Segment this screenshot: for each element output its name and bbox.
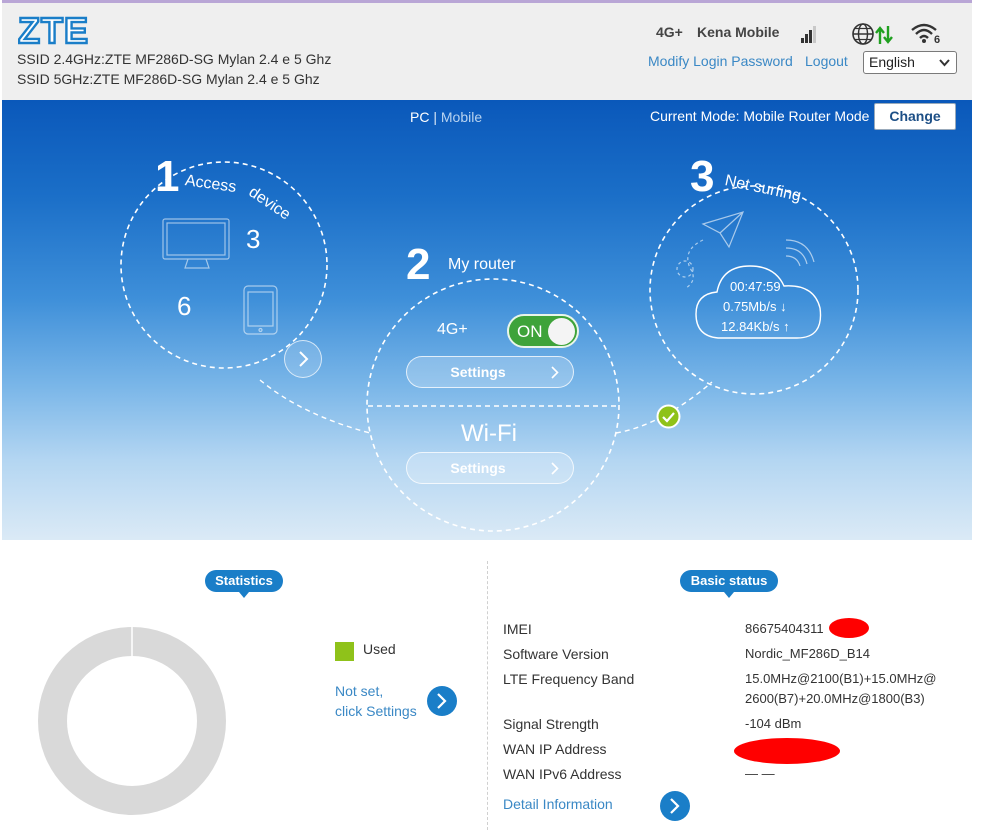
lte-band-label: LTE Frequency Band <box>503 671 635 687</box>
hero-panel: PC | Mobile Current Mode: Mobile Router … <box>2 100 972 540</box>
chevron-right-icon <box>551 366 559 379</box>
connection-time: 00:47:59 <box>730 279 781 294</box>
statistics-tag: Statistics <box>205 570 283 598</box>
access-device-button[interactable] <box>284 340 322 378</box>
ssid-24ghz: SSID 2.4GHz:ZTE MF286D-SG Mylan 2.4 e 5 … <box>17 51 332 67</box>
toggle-state: ON <box>517 322 543 341</box>
pc-mobile-switch: PC | Mobile <box>410 109 482 125</box>
lte-label: 4G+ <box>437 321 468 338</box>
operator-name: Kena Mobile <box>697 24 780 40</box>
wifi-settings-label: Settings <box>450 460 506 476</box>
not-set-settings-link[interactable]: Not set, click Settings <box>335 681 417 721</box>
statistics-settings-button[interactable] <box>427 686 457 716</box>
view-separator: | <box>433 109 437 125</box>
wan-ip-label: WAN IP Address <box>503 741 607 757</box>
step-2-number: 2 <box>406 240 431 289</box>
wifi-section-label: Wi-Fi <box>461 420 517 447</box>
ssid-5ghz: SSID 5GHz:ZTE MF286D-SG Mylan 2.4 e 5 Gh… <box>17 71 320 87</box>
chevron-down-icon <box>939 59 950 67</box>
modify-password-link[interactable]: Modify Login Password <box>648 53 793 69</box>
basic-status-tag: Basic status <box>680 570 778 598</box>
toggle-knob <box>548 318 575 345</box>
section-divider <box>487 561 488 830</box>
brand-text: ZTE <box>18 14 88 48</box>
upload-rate: 12.84Kb/s ↑ <box>721 319 790 334</box>
mobile-view-link[interactable]: Mobile <box>441 109 482 125</box>
usage-donut-chart <box>38 627 226 815</box>
detail-information-button[interactable] <box>660 791 690 821</box>
router-circle <box>366 278 620 532</box>
router-settings-button[interactable]: Settings <box>406 356 574 388</box>
wan-ip-redaction <box>734 738 840 764</box>
imei-redaction <box>829 618 869 638</box>
mobile-data-toggle[interactable]: ON <box>507 314 579 348</box>
monitor-icon <box>162 218 230 269</box>
current-mode-text: Current Mode: Mobile Router Mode <box>650 108 870 124</box>
paper-plane-icon <box>676 211 745 289</box>
signal-strength-value: -104 dBm <box>745 716 802 731</box>
download-rate: 0.75Mb/s ↓ <box>723 299 787 314</box>
network-type: 4G+ <box>656 24 683 40</box>
lte-band-line-2: 2600(B7)+20.0MHz@1800(B3) <box>745 691 925 706</box>
chevron-right-icon <box>299 351 309 367</box>
mobile-device-count: 6 <box>177 291 192 321</box>
signal-waves-icon <box>785 239 815 267</box>
wan-ipv6-value: — — <box>745 766 775 781</box>
chevron-right-icon <box>437 693 447 709</box>
step-1-number: 1 <box>155 152 180 201</box>
used-legend-swatch <box>335 642 354 661</box>
wifi-settings-button[interactable]: Settings <box>406 452 574 484</box>
step-2-title: My router <box>448 256 516 273</box>
lte-band-value: 15.0MHz@2100(B1)+15.0MHz@ 2600(B7)+20.0M… <box>745 669 937 709</box>
change-mode-button[interactable]: Change <box>874 103 956 130</box>
step-3-number: 3 <box>690 152 715 201</box>
pc-view-link[interactable]: PC <box>410 109 429 125</box>
globe-icon <box>852 23 874 45</box>
signal-icon <box>801 26 816 43</box>
phone-icon <box>243 285 278 335</box>
updown-arrows-icon <box>875 26 893 44</box>
connector-left <box>259 379 371 434</box>
connected-check-icon <box>656 404 681 429</box>
language-select[interactable]: English <box>863 51 957 74</box>
wan-ipv6-label: WAN IPv6 Address <box>503 766 622 782</box>
signal-strength-label: Signal Strength <box>503 716 599 732</box>
logout-link[interactable]: Logout <box>805 53 848 69</box>
language-value: English <box>869 54 915 70</box>
detail-information-link[interactable]: Detail Information <box>503 796 613 812</box>
not-set-line-1: Not set, <box>335 683 384 699</box>
not-set-line-2: click Settings <box>335 703 417 719</box>
imei-label: IMEI <box>503 621 532 637</box>
router-dashboard: ZTE SSID 2.4GHz:ZTE MF286D-SG Mylan 2.4 … <box>0 0 981 830</box>
lte-band-line-1: 15.0MHz@2100(B1)+15.0MHz@ <box>745 671 937 686</box>
router-settings-label: Settings <box>450 364 506 380</box>
wifi-client-count: 6 <box>934 34 941 46</box>
imei-value: 86675404311 <box>745 621 824 636</box>
chevron-right-icon <box>670 798 680 814</box>
used-legend-label: Used <box>363 641 396 657</box>
software-version-value: Nordic_MF286D_B14 <box>745 646 871 661</box>
software-version-label: Software Version <box>503 646 609 662</box>
header: ZTE SSID 2.4GHz:ZTE MF286D-SG Mylan 2.4 … <box>2 0 972 100</box>
chevron-right-icon <box>551 462 559 475</box>
zte-logo: ZTE <box>18 14 88 48</box>
pc-device-count: 3 <box>246 224 261 254</box>
